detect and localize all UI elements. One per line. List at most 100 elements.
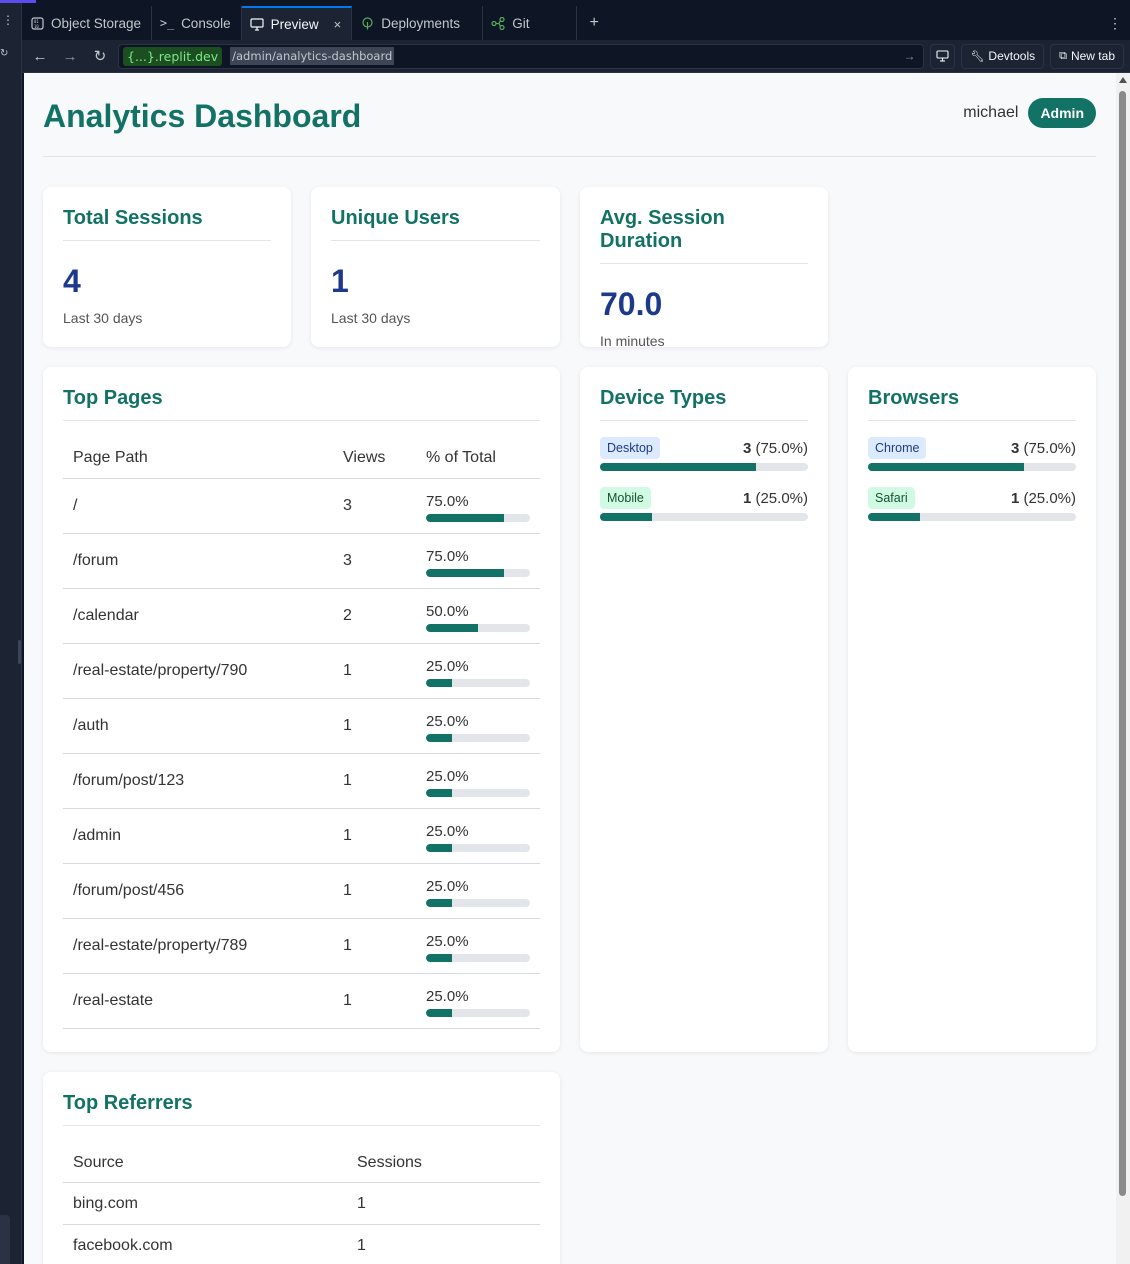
more-vertical-icon[interactable]: ⋮ <box>2 14 14 26</box>
progress-fill <box>426 898 452 907</box>
tab-git[interactable]: Git <box>483 6 578 40</box>
progress-fill <box>426 843 452 852</box>
stat-card-avg-session-duration: Avg. Session Duration 70.0 In minutes <box>580 187 828 349</box>
progress-fill <box>868 463 1024 471</box>
progress-bar <box>426 953 530 962</box>
wrench-icon: 🔧︎ <box>970 50 985 63</box>
percent-text: 25.0% <box>426 877 469 895</box>
percent-text: 25.0% <box>426 822 469 840</box>
stat-subtitle: Last 30 days <box>63 310 143 326</box>
category-chip: Desktop <box>600 437 660 459</box>
stat-title: Total Sessions <box>63 207 271 241</box>
tab-label: Git <box>512 15 530 31</box>
progress-bar <box>868 513 1076 521</box>
table-header-row: Source Sessions <box>63 1140 540 1183</box>
device-preview-button[interactable] <box>930 43 956 69</box>
distribution-head: Desktop 3 (75.0%) <box>600 437 808 459</box>
sessions-cell: 1 <box>347 1224 540 1264</box>
page-header: Analytics Dashboard michael Admin <box>43 73 1096 157</box>
percent-cell: 25.0% <box>416 808 540 864</box>
deploy-icon <box>360 16 374 30</box>
page-title: Analytics Dashboard <box>43 98 362 134</box>
distribution-row: Safari 1 (25.0%) <box>868 487 1076 521</box>
sync-icon[interactable]: ↻ <box>0 48 10 60</box>
page-path-cell: /forum/post/123 <box>63 753 333 809</box>
top-pages-body: /3 75.0% /forum 3 75.0% /calendar 2 50.0% /real-… <box>63 478 540 1029</box>
user-info: michael Admin <box>963 97 1096 128</box>
browsers-card: Browsers Chrome 3 (75.0%) Safari 1 (25.0%) <box>848 367 1096 1052</box>
devtools-label: Devtools <box>988 49 1036 63</box>
tab-object-storage[interactable]: 01 10 Object Storage <box>22 6 153 40</box>
ide-sidebar-strip: ⋮ ↻ <box>0 0 36 1264</box>
more-vertical-icon[interactable]: ⋮ <box>1100 6 1130 40</box>
scroll-up-icon[interactable] <box>1119 77 1127 83</box>
sidebar-scrollbar[interactable] <box>0 1215 10 1264</box>
table-row: /calendar 2 50.0% <box>63 588 540 644</box>
preview-viewport: Analytics Dashboard michael Admin Total … <box>24 73 1116 1264</box>
views-cell: 3 <box>333 533 416 589</box>
top-referrers-card: Top Referrers Source Sessions bing.com 1 f… <box>43 1072 560 1264</box>
close-icon[interactable]: × <box>334 17 342 32</box>
scrollbar-thumb[interactable] <box>1119 91 1126 1196</box>
percent-text: 25.0% <box>426 767 469 785</box>
devtools-button[interactable]: 🔧︎ Devtools <box>961 43 1045 69</box>
page-path-cell: /calendar <box>63 588 333 644</box>
stat-subtitle: In minutes <box>600 333 665 349</box>
back-arrow-icon[interactable]: ← <box>28 44 52 68</box>
stat-value: 1 <box>331 263 349 299</box>
percent-cell: 25.0% <box>416 918 540 974</box>
ide-accent-bar <box>0 0 36 3</box>
url-domain: {...}.replit.dev <box>123 46 223 66</box>
progress-bar <box>426 843 530 852</box>
url-input[interactable]: {...}.replit.dev /admin/analytics-dashbo… <box>118 43 925 69</box>
count-percent: (75.0%) <box>1023 439 1076 457</box>
table-row: bing.com 1 <box>63 1182 540 1225</box>
stat-value: 4 <box>63 263 81 299</box>
browser-list: Chrome 3 (75.0%) Safari 1 (25.0%) <box>868 437 1076 521</box>
table-header-row: Page Path Views % of Total <box>63 435 540 479</box>
reload-icon[interactable]: ↻ <box>88 44 112 68</box>
source-cell: facebook.com <box>63 1224 347 1264</box>
percent-cell: 75.0% <box>416 533 540 589</box>
new-tab-button[interactable]: ⧉ New tab <box>1050 43 1124 69</box>
tab-preview[interactable]: Preview × <box>241 6 353 40</box>
stat-card-total-sessions: Total Sessions 4 Last 30 days <box>43 187 291 347</box>
page-path-cell: /real-estate/property/789 <box>63 918 333 974</box>
page-path-cell: /forum <box>63 533 333 589</box>
progress-fill <box>600 463 756 471</box>
distribution-head: Chrome 3 (75.0%) <box>868 437 1076 459</box>
ide-tab-bar: 01 10 Object Storage >_ Console Preview ×… <box>22 6 1130 40</box>
monitor-icon <box>936 50 950 62</box>
preview-scrollbar[interactable] <box>1116 73 1130 1264</box>
top-pages-card: Top Pages Page Path Views % of Total /3 7… <box>43 367 560 1052</box>
forward-arrow-icon[interactable]: → <box>58 44 82 68</box>
percent-text: 25.0% <box>426 712 469 730</box>
stat-value: 70.0 <box>600 286 663 322</box>
tab-label: Preview <box>270 16 319 32</box>
views-cell: 1 <box>333 808 416 864</box>
add-tab-button[interactable]: + <box>577 6 611 40</box>
percent-cell: 25.0% <box>416 973 540 1029</box>
tab-deployments[interactable]: Deployments <box>352 6 484 40</box>
go-arrow-icon[interactable]: → <box>903 49 915 63</box>
count-percent: (75.0%) <box>755 439 808 457</box>
count-percent: (25.0%) <box>1023 489 1076 507</box>
count-value: 1 <box>1010 489 1020 507</box>
source-cell: bing.com <box>63 1182 347 1225</box>
resize-handle[interactable] <box>18 640 21 664</box>
count-value: 3 <box>1010 439 1020 457</box>
count-value: 1 <box>742 489 752 507</box>
stat-subtitle: Last 30 days <box>331 310 411 326</box>
page-path-cell: /forum/post/456 <box>63 863 333 919</box>
tab-console[interactable]: >_ Console <box>152 6 242 40</box>
progress-bar <box>426 898 530 907</box>
percent-text: 50.0% <box>426 602 469 620</box>
table-row: /real-estate/property/790 1 25.0% <box>63 643 540 699</box>
top-referrers-table: Source Sessions bing.com 1 facebook.com 1 <box>63 1140 540 1264</box>
progress-bar <box>426 733 530 742</box>
distribution-row: Desktop 3 (75.0%) <box>600 437 808 471</box>
column-header: Page Path <box>63 435 333 479</box>
column-header: Sessions <box>347 1140 540 1183</box>
tab-label: Deployments <box>381 15 460 31</box>
progress-bar <box>600 513 808 521</box>
